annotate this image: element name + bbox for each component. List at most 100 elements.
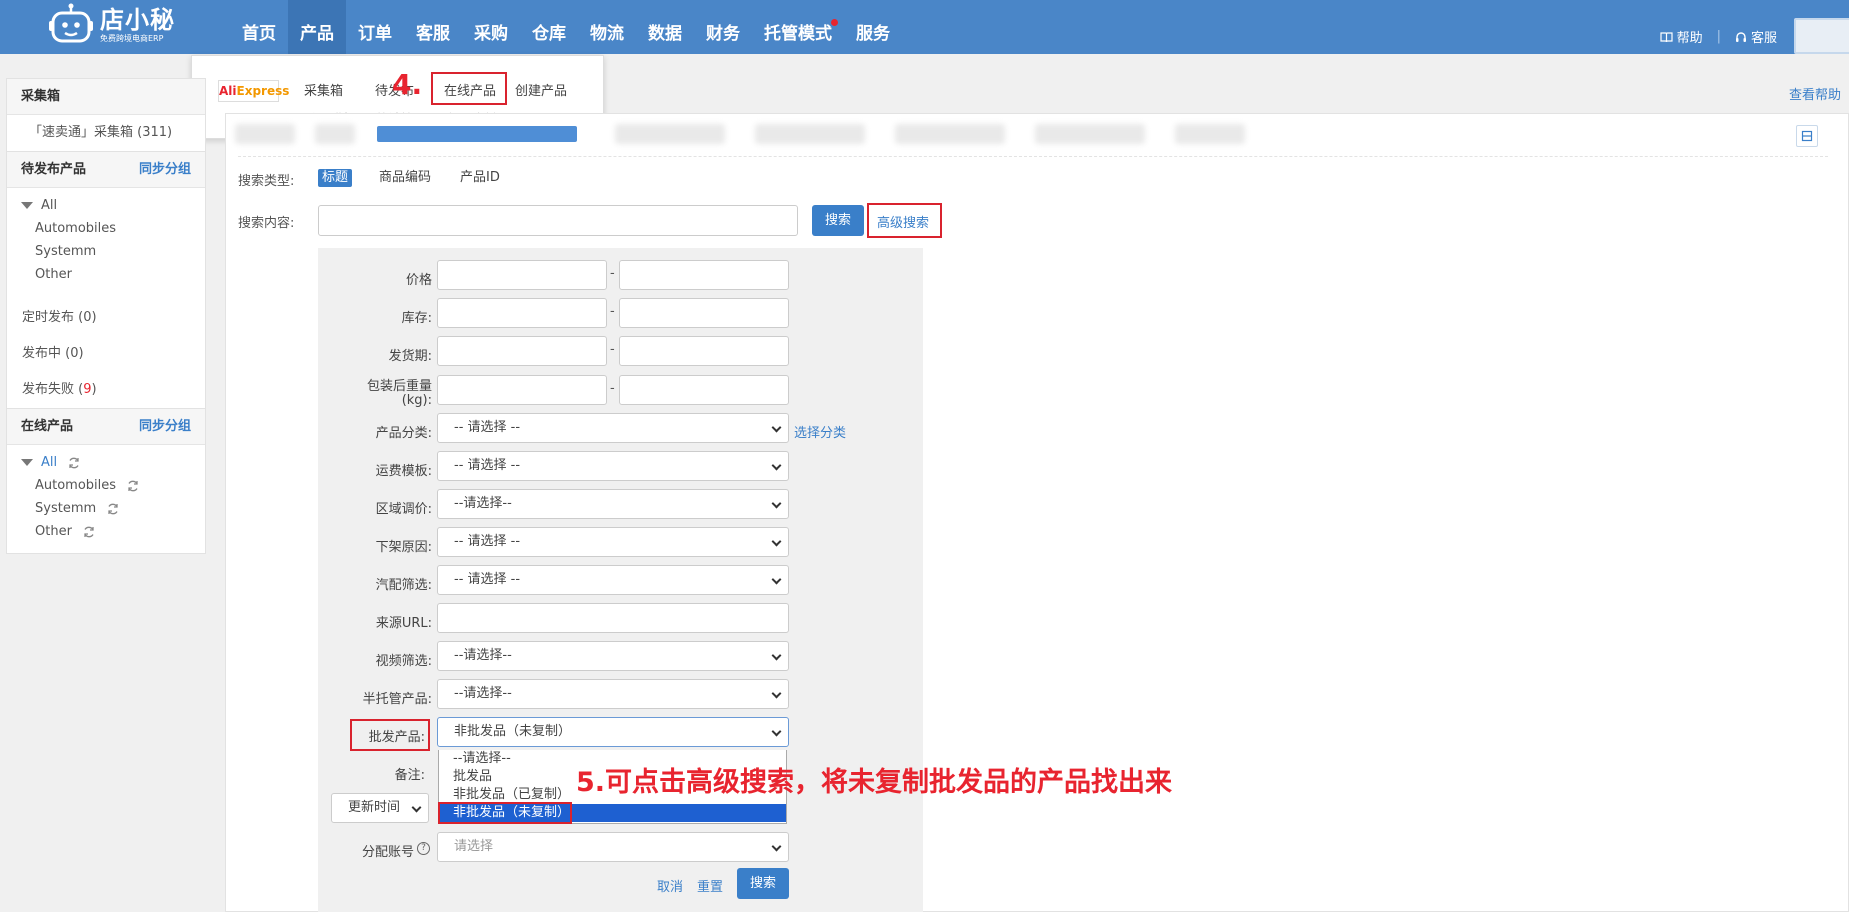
price-min-input[interactable] [437, 260, 607, 290]
category-select-value: -- 请选择 -- [454, 420, 521, 435]
blurred-account[interactable] [1035, 124, 1145, 144]
menu-collect-box[interactable]: 采集箱 [304, 80, 343, 99]
refresh-icon[interactable] [106, 502, 120, 516]
category-label: 产品分类: [375, 426, 432, 441]
blurred-selected-account[interactable] [377, 126, 577, 142]
tree-item-other-online[interactable]: Other [7, 520, 205, 543]
nav-data[interactable]: 数据 [636, 0, 694, 54]
refresh-icon[interactable] [67, 456, 81, 470]
online-group-tree: All Automobiles Systemm Other [7, 445, 205, 553]
nav-customer-service[interactable]: 客服 [404, 0, 462, 54]
search-button[interactable]: 搜索 [812, 205, 864, 236]
scheduled-publish-item[interactable]: 定时发布 (0) [7, 300, 205, 336]
collect-box-panel: 采集箱 「速卖通」采集箱 (311) [6, 78, 206, 152]
reset-button[interactable]: 重置 [697, 876, 723, 895]
search-type-title[interactable]: 标题 [318, 169, 353, 187]
tree-item-other[interactable]: Other [7, 263, 205, 286]
wholesale-select[interactable]: 非批发品（未复制） [437, 717, 789, 747]
app-logo[interactable]: 店小秘 免费跨境电商ERP [48, 3, 175, 47]
sort-field-select[interactable]: 更新时间 [331, 793, 429, 823]
blurred-account[interactable] [615, 124, 725, 144]
brand-name: 店小秘 [100, 6, 175, 34]
search-input[interactable] [318, 205, 798, 236]
chevron-down-icon [771, 574, 782, 585]
tree-item-label: All [41, 455, 58, 470]
tree-item-systemm-online[interactable]: Systemm [7, 497, 205, 520]
nav-purchase[interactable]: 采购 [462, 0, 520, 54]
view-help-link[interactable]: 查看帮助 [1789, 84, 1841, 103]
refresh-icon[interactable] [82, 525, 96, 539]
search-type-product-id[interactable]: 产品ID [456, 169, 504, 187]
customer-service-button[interactable]: 客服 [1735, 27, 1777, 46]
refresh-icon[interactable] [126, 479, 140, 493]
weight-label-line1: 包装后重量 [366, 379, 432, 394]
search-type-sku[interactable]: 商品编码 [375, 169, 435, 187]
notification-dot [831, 19, 838, 26]
aliexpress-logo[interactable]: AliExpress [218, 80, 289, 102]
nav-managed-mode[interactable]: 托管模式 [752, 0, 844, 54]
chevron-down-icon [771, 536, 782, 547]
nav-home[interactable]: 首页 [230, 0, 288, 54]
nav-order[interactable]: 订单 [346, 0, 404, 54]
expand-triangle-icon[interactable] [21, 459, 33, 466]
help-question-icon[interactable]: ? [417, 842, 430, 855]
search-content-label: 搜索内容: [238, 216, 295, 231]
source-url-label: 来源URL: [375, 616, 432, 631]
weight-max-input[interactable] [619, 375, 789, 405]
highlight-wholesale-label [350, 719, 430, 751]
tree-item-automobiles-online[interactable]: Automobiles [7, 474, 205, 497]
collect-box-item[interactable]: 「速卖通」采集箱 (311) [7, 115, 205, 151]
price-max-input[interactable] [619, 260, 789, 290]
blurred-account[interactable] [1175, 124, 1245, 144]
auto-filter-label: 汽配筛选: [375, 578, 432, 593]
highlight-advanced-search [867, 203, 942, 238]
nav-managed-mode-label: 托管模式 [764, 24, 832, 44]
chevron-down-icon [771, 841, 782, 852]
nav-warehouse[interactable]: 仓库 [520, 0, 578, 54]
help-button[interactable]: 帮助 [1659, 27, 1703, 46]
publish-failed-item[interactable]: 发布失败 (9) [7, 372, 205, 408]
nav-product[interactable]: 产品 [288, 0, 346, 54]
chevron-down-icon [771, 650, 782, 661]
nav-logistics[interactable]: 物流 [578, 0, 636, 54]
stock-max-input[interactable] [619, 298, 789, 328]
blurred-account[interactable] [895, 124, 1005, 144]
nav-services[interactable]: 服务 [844, 0, 902, 54]
source-url-input[interactable] [437, 603, 789, 633]
tree-item-all[interactable]: All [7, 194, 205, 217]
auto-filter-select[interactable]: -- 请选择 -- [437, 565, 789, 595]
weight-min-input[interactable] [437, 375, 607, 405]
nav-finance[interactable]: 财务 [694, 0, 752, 54]
account-avatar[interactable] [1794, 18, 1849, 54]
category-select[interactable]: -- 请选择 -- [437, 413, 789, 443]
expand-triangle-icon[interactable] [21, 202, 33, 209]
choose-category-link[interactable]: 选择分类 [794, 422, 846, 441]
sync-group-button-online[interactable]: 同步分组 [139, 409, 191, 444]
collapse-icon[interactable] [1796, 125, 1818, 147]
delist-reason-select[interactable]: -- 请选择 -- [437, 527, 789, 557]
tree-item-automobiles[interactable]: Automobiles [7, 217, 205, 240]
tree-item-all-online[interactable]: All [7, 451, 205, 474]
ship-days-label: 发货期: [388, 349, 432, 364]
region-price-select[interactable]: --请选择-- [437, 489, 789, 519]
chevron-down-icon [771, 460, 782, 471]
stock-min-input[interactable] [437, 298, 607, 328]
video-filter-value: --请选择-- [454, 648, 512, 663]
ship-days-max-input[interactable] [619, 336, 789, 366]
pending-products-title: 待发布产品 [21, 162, 87, 177]
advanced-search-submit-button[interactable]: 搜索 [737, 868, 789, 899]
ship-days-min-input[interactable] [437, 336, 607, 366]
tree-item-systemm[interactable]: Systemm [7, 240, 205, 263]
sync-group-button[interactable]: 同步分组 [139, 152, 191, 187]
publishing-item[interactable]: 发布中 (0) [7, 336, 205, 372]
semi-managed-select[interactable]: --请选择-- [437, 679, 789, 709]
menu-create-product[interactable]: 创建产品 [515, 80, 567, 99]
blurred-account[interactable] [755, 124, 865, 144]
assign-account-select[interactable]: 请选择 [437, 832, 789, 862]
top-navbar: 店小秘 免费跨境电商ERP 首页 产品 订单 客服 采购 仓库 物流 数据 财务… [0, 0, 1849, 54]
freight-template-select[interactable]: -- 请选择 -- [437, 451, 789, 481]
video-filter-select[interactable]: --请选择-- [437, 641, 789, 671]
divider: | [1716, 29, 1721, 44]
cancel-button[interactable]: 取消 [657, 876, 683, 895]
tree-item-label: Automobiles [35, 478, 117, 493]
